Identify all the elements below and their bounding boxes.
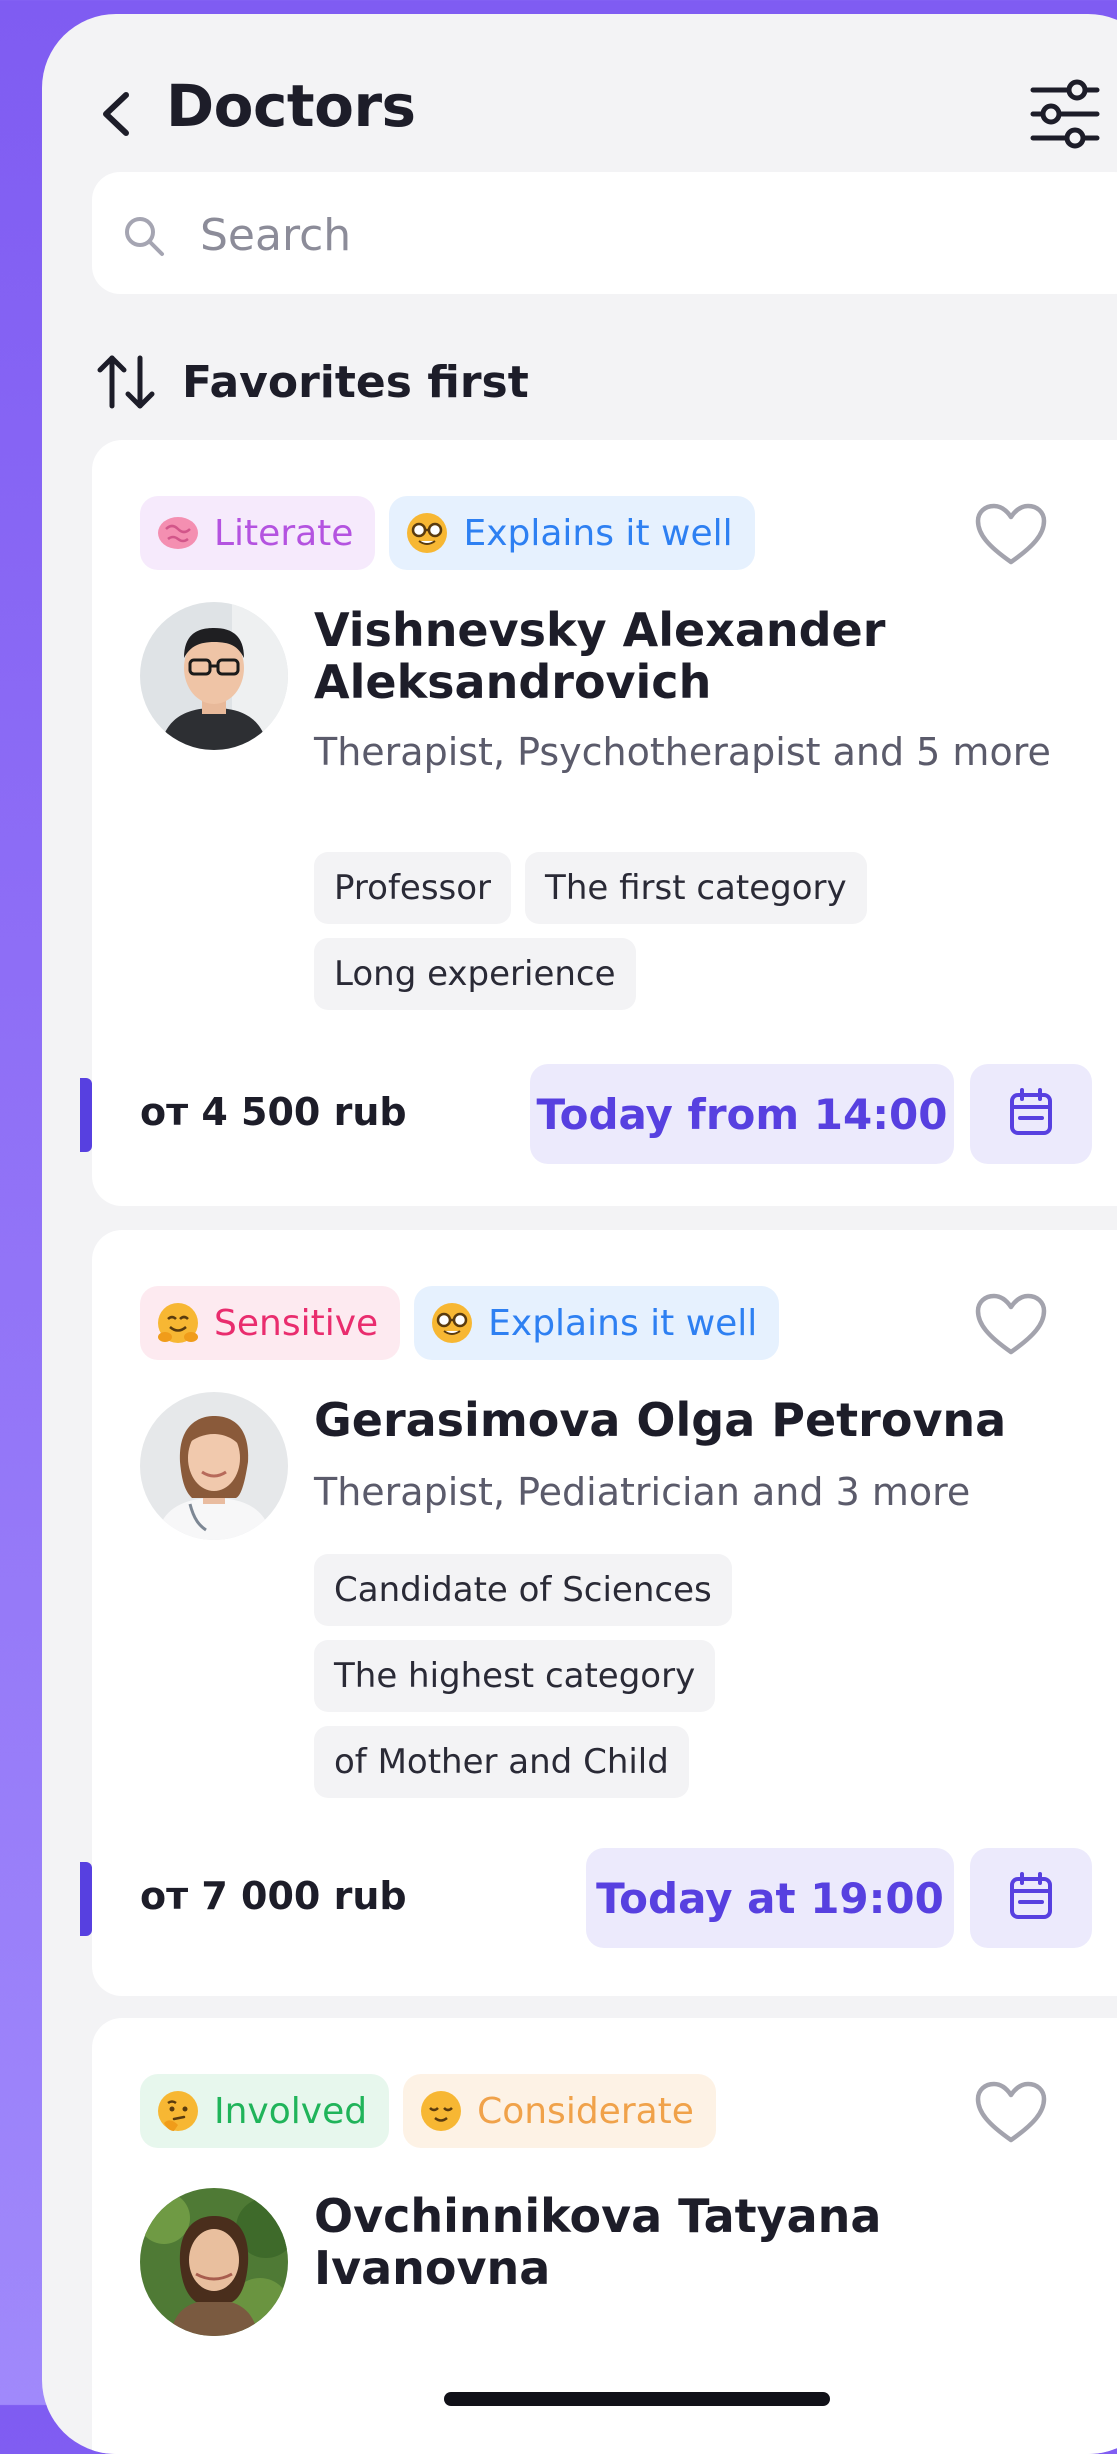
avatar <box>140 602 288 750</box>
price-accent-bar <box>80 1862 92 1936</box>
doctor-name[interactable]: Ovchinnikova Tatyana Ivanovna <box>314 2190 1094 2294</box>
tag: Long experience <box>314 938 636 1010</box>
badge-sensitive: Sensitive <box>140 1286 401 1360</box>
calendar-button[interactable] <box>970 1848 1092 1948</box>
doctor-card[interactable]: Literate Explains it well Vishnevsky Ale… <box>80 440 1117 1206</box>
tag: Professor <box>314 852 512 924</box>
doctor-name[interactable]: Gerasimova Olga Petrovna <box>314 1394 1094 1446</box>
sort-control[interactable]: Favorites first <box>94 347 529 417</box>
brain-icon <box>156 511 200 555</box>
doctor-card[interactable]: Involved Considerate Ovchinnikova Tatyan… <box>92 2018 1117 2454</box>
calendar-button[interactable] <box>970 1064 1092 1164</box>
home-indicator[interactable] <box>444 2392 830 2406</box>
badge-considerate: Considerate <box>403 2074 716 2148</box>
search-icon <box>120 212 168 260</box>
book-slot-button[interactable]: Today at 19:00 <box>586 1848 954 1948</box>
doctor-tags: Professor The first category Long experien… <box>314 852 1094 1024</box>
price-label: от 4 500 rub <box>140 1090 407 1134</box>
avatar <box>140 1392 288 1540</box>
doctor-name[interactable]: Vishnevsky Alexander Aleksandrovich <box>314 604 1094 708</box>
doctor-tags: Candidate of Sciences The highest categor… <box>314 1554 1094 1812</box>
smiling-hug-icon <box>156 1301 200 1345</box>
heart-icon[interactable] <box>974 502 1048 568</box>
heart-icon[interactable] <box>974 2080 1048 2146</box>
filter-sliders-icon[interactable] <box>1027 76 1103 152</box>
badge-involved: Involved <box>140 2074 390 2148</box>
heart-icon[interactable] <box>974 1292 1048 1358</box>
avatar <box>140 2188 288 2336</box>
tag: Candidate of Sciences <box>314 1554 732 1626</box>
tag: of Mother and Child <box>314 1726 689 1798</box>
back-arrow-icon[interactable] <box>86 84 146 144</box>
tag: The highest category <box>314 1640 716 1712</box>
screen: Doctors Search Favorites first Literate … <box>42 14 1117 2454</box>
search-input[interactable] <box>200 202 1080 268</box>
calendar-icon <box>1008 1087 1054 1141</box>
doctor-specialties: Therapist, Pediatrician and 3 more <box>314 1470 971 1514</box>
badge-explains-well: Explains it well <box>414 1286 780 1360</box>
badge-literate: Literate <box>140 496 376 570</box>
nerd-face-icon <box>405 511 449 555</box>
badge-explains-well: Explains it well <box>389 496 755 570</box>
doctor-specialties: Therapist, Psychotherapist and 5 more <box>314 730 1051 774</box>
nerd-face-icon <box>430 1301 474 1345</box>
sort-label: Favorites first <box>182 356 529 408</box>
review-badges: Involved Considerate <box>140 2074 730 2148</box>
review-badges: Sensitive Explains it well <box>140 1286 793 1360</box>
calendar-icon <box>1008 1871 1054 1925</box>
price-label: от 7 000 rub <box>140 1874 407 1918</box>
tag: The first category <box>525 852 867 924</box>
thinking-face-icon <box>156 2089 200 2133</box>
doctor-card[interactable]: Sensitive Explains it well Gerasimova Ol… <box>80 1230 1117 1996</box>
price-accent-bar <box>80 1078 92 1152</box>
relieved-face-icon <box>419 2089 463 2133</box>
sort-arrows-icon <box>94 350 158 414</box>
page-title: Doctors <box>166 72 416 140</box>
book-slot-button[interactable]: Today from 14:00 <box>530 1064 954 1164</box>
review-badges: Literate Explains it well <box>140 496 769 570</box>
